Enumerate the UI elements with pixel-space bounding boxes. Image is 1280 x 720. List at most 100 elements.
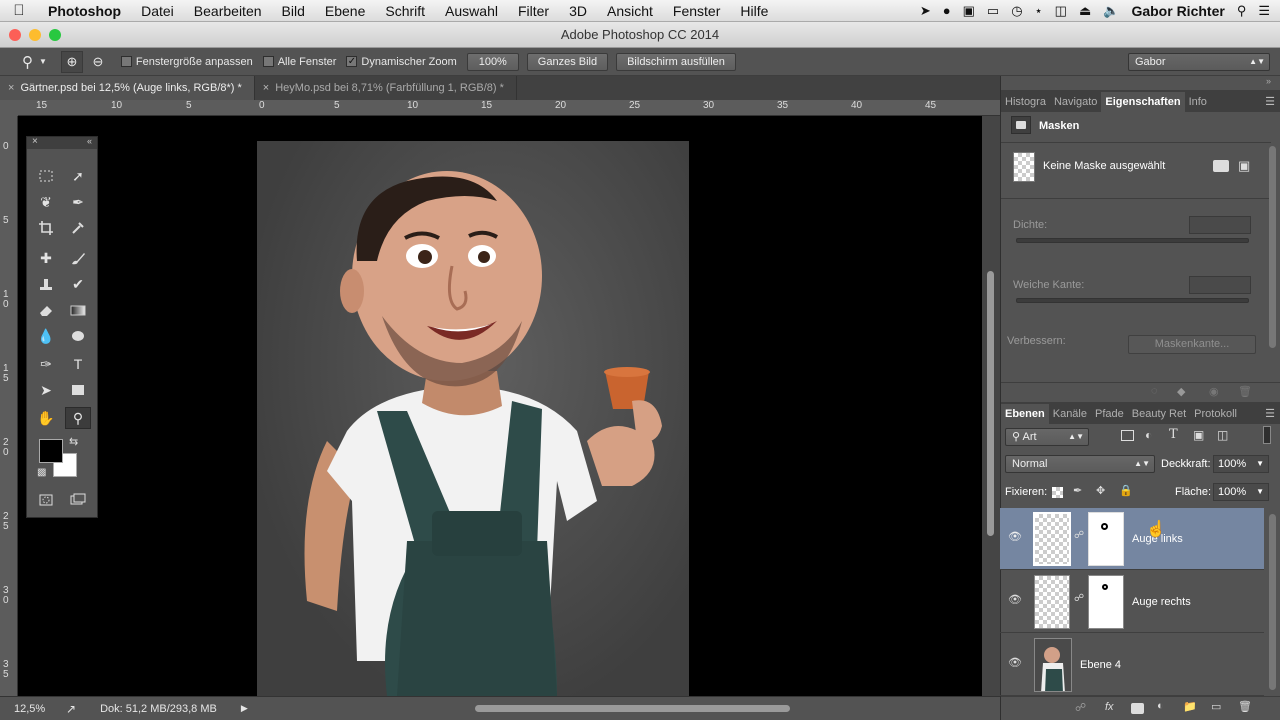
all-windows-checkbox[interactable] [262,56,274,67]
dynamic-zoom-option[interactable]: ✓ Dynamischer Zoom [346,56,457,68]
apple-icon[interactable]:  [0,2,38,19]
document-canvas[interactable] [18,116,982,696]
fill-input[interactable]: 100% ▼ [1213,483,1269,501]
layer-row-auge-rechts[interactable]: 👁 ☍ Auge rechts [1000,571,1264,633]
menu-datei[interactable]: Datei [131,3,184,19]
density-input[interactable] [1189,216,1251,234]
add-pixel-mask-icon[interactable] [1213,160,1229,172]
hand-tool-icon[interactable]: ✋ [33,407,59,429]
zoom-tool-preset-icon[interactable]: ⚲ [22,53,33,71]
share-icon[interactable]: ↗ [66,702,76,716]
status-menu-arrow-icon[interactable]: ▶ [241,703,248,714]
zoom-app-icon[interactable]: ➤ [920,3,931,19]
airplay-icon[interactable]: ▭ [987,3,999,19]
disable-mask-icon[interactable]: ◉ [1209,385,1219,398]
eject-icon[interactable]: ⏏ [1079,3,1091,19]
menu-filter[interactable]: Filter [508,3,559,19]
menu-3d[interactable]: 3D [559,3,597,19]
vertical-scroll-thumb[interactable] [987,271,994,536]
eye-visibility-icon[interactable]: 👁 [1008,593,1022,606]
filter-smartobject-icon[interactable]: ◫ [1217,428,1228,442]
menu-auswahl[interactable]: Auswahl [435,3,508,19]
collapse-panels-icon[interactable]: » [1266,76,1271,86]
panel-menu-icon[interactable]: ☰ [1265,95,1275,108]
zoom-tool-icon[interactable]: ⚲ [65,407,91,429]
zoom-in-icon[interactable]: ⊕ [60,50,83,73]
layer-row-auge-links[interactable]: 👁 ☍ Auge links [1000,508,1264,570]
time-machine-icon[interactable]: ◷ [1011,3,1022,19]
feather-input[interactable] [1189,276,1251,294]
new-layer-icon[interactable]: ▭ [1211,700,1221,713]
collapse-icon[interactable]: « [87,136,92,146]
horizontal-scroll-thumb[interactable] [475,705,790,712]
tab-gaertner[interactable]: × Gärtner.psd bei 12,5% (Auge links, RGB/… [0,76,255,100]
preset-chevron-down-icon[interactable]: ▼ [39,57,47,66]
layer-filter-select[interactable]: ⚲ Art ▲▼ [1005,428,1089,446]
eye-visibility-icon[interactable]: 👁 [1008,656,1022,669]
spotlight-search-icon[interactable]: ⚲ [1237,3,1247,19]
lasso-tool-icon[interactable]: ❦ [33,191,59,213]
menu-hilfe[interactable]: Hilfe [730,3,778,19]
add-vector-mask-icon[interactable]: ▣ [1238,158,1250,174]
mask-edge-button[interactable]: Maskenkante... [1128,335,1256,354]
lock-transparency-icon[interactable] [1052,487,1063,498]
zoom-window-button[interactable] [49,29,61,41]
layer-style-icon[interactable]: fx [1105,701,1114,713]
tab-beauty-retouch[interactable]: Beauty Ret [1128,404,1190,424]
healing-brush-tool-icon[interactable]: ✚ [33,247,59,269]
lock-all-icon[interactable]: 🔒 [1119,484,1133,497]
apply-mask-icon[interactable]: ◆ [1177,385,1185,398]
close-tab-icon[interactable]: × [8,82,14,94]
tab-layers[interactable]: Ebenen [1001,404,1049,424]
brush-tool-icon[interactable] [65,247,91,269]
link-layers-icon[interactable]: ☍ [1075,701,1086,714]
opacity-chevron-icon[interactable]: ▼ [1256,456,1264,472]
user-name[interactable]: Gabor Richter [1131,3,1224,19]
menu-ansicht[interactable]: Ansicht [597,3,663,19]
all-windows-option[interactable]: Alle Fenster [262,56,336,68]
swap-colors-icon[interactable]: ⇆ [69,435,78,448]
tab-paths[interactable]: Pfade [1091,404,1128,424]
tab-properties[interactable]: Eigenschaften [1101,92,1185,112]
zoom-100-button[interactable]: 100% [466,52,519,71]
screen-mode-icon[interactable] [65,489,91,511]
evernote-icon[interactable]: ● [943,3,951,18]
dynamic-zoom-checkbox[interactable]: ✓ [346,56,358,67]
eye-visibility-icon[interactable]: 👁 [1008,530,1022,543]
new-group-icon[interactable]: 📁 [1183,700,1197,713]
marquee-tool-icon[interactable] [33,165,59,187]
foreground-color-swatch-top[interactable] [39,439,63,463]
lock-position-icon[interactable]: ✥ [1096,484,1105,497]
density-slider[interactable] [1016,238,1249,243]
zoom-level[interactable]: 12,5% [14,703,54,715]
layers-scrollbar[interactable] [1269,514,1276,690]
horizontal-ruler[interactable]: 15 10 5 0 5 10 15 20 25 30 35 40 45 [18,100,1000,116]
delete-layer-icon[interactable]: 🗑 [1238,700,1252,713]
menu-app[interactable]: Photoshop [38,3,131,19]
filter-shape-icon[interactable]: ▣ [1193,428,1204,442]
rectangle-tool-icon[interactable] [65,379,91,401]
tab-histogram[interactable]: Histogra [1001,92,1050,112]
new-adjustment-icon[interactable]: ◐ [1157,700,1164,712]
blend-mode-select[interactable]: Normal ▲▼ [1005,455,1155,473]
tab-navigator[interactable]: Navigato [1050,92,1101,112]
fill-chevron-icon[interactable]: ▼ [1256,484,1264,500]
vertical-ruler[interactable]: 0 5 1 0 1 5 2 0 2 5 3 0 3 5 [0,116,18,696]
quick-mask-icon[interactable] [33,489,59,511]
filter-type-icon[interactable]: T [1169,427,1178,442]
layer-mask-thumbnail[interactable] [1088,575,1124,629]
menu-schrift[interactable]: Schrift [375,3,435,19]
layers-menu-icon[interactable]: ☰ [1265,407,1275,420]
notification-list-icon[interactable]: ☰ [1258,3,1270,19]
tools-panel-header[interactable]: × « [27,136,97,149]
load-selection-icon[interactable]: ◌ [1151,385,1158,397]
type-tool-icon[interactable]: T [65,353,91,375]
move-tool-icon[interactable]: ➚ [65,165,91,187]
close-window-button[interactable] [9,29,21,41]
tab-heymo[interactable]: × HeyMo.psd bei 8,71% (Farbfüllung 1, RGB… [255,76,517,100]
ruler-corner[interactable] [0,100,18,116]
close-icon[interactable]: × [32,136,38,147]
filter-adjustment-icon[interactable]: ◐ [1145,428,1152,442]
clone-stamp-tool-icon[interactable] [33,273,59,295]
fit-window-checkbox[interactable] [120,56,132,67]
